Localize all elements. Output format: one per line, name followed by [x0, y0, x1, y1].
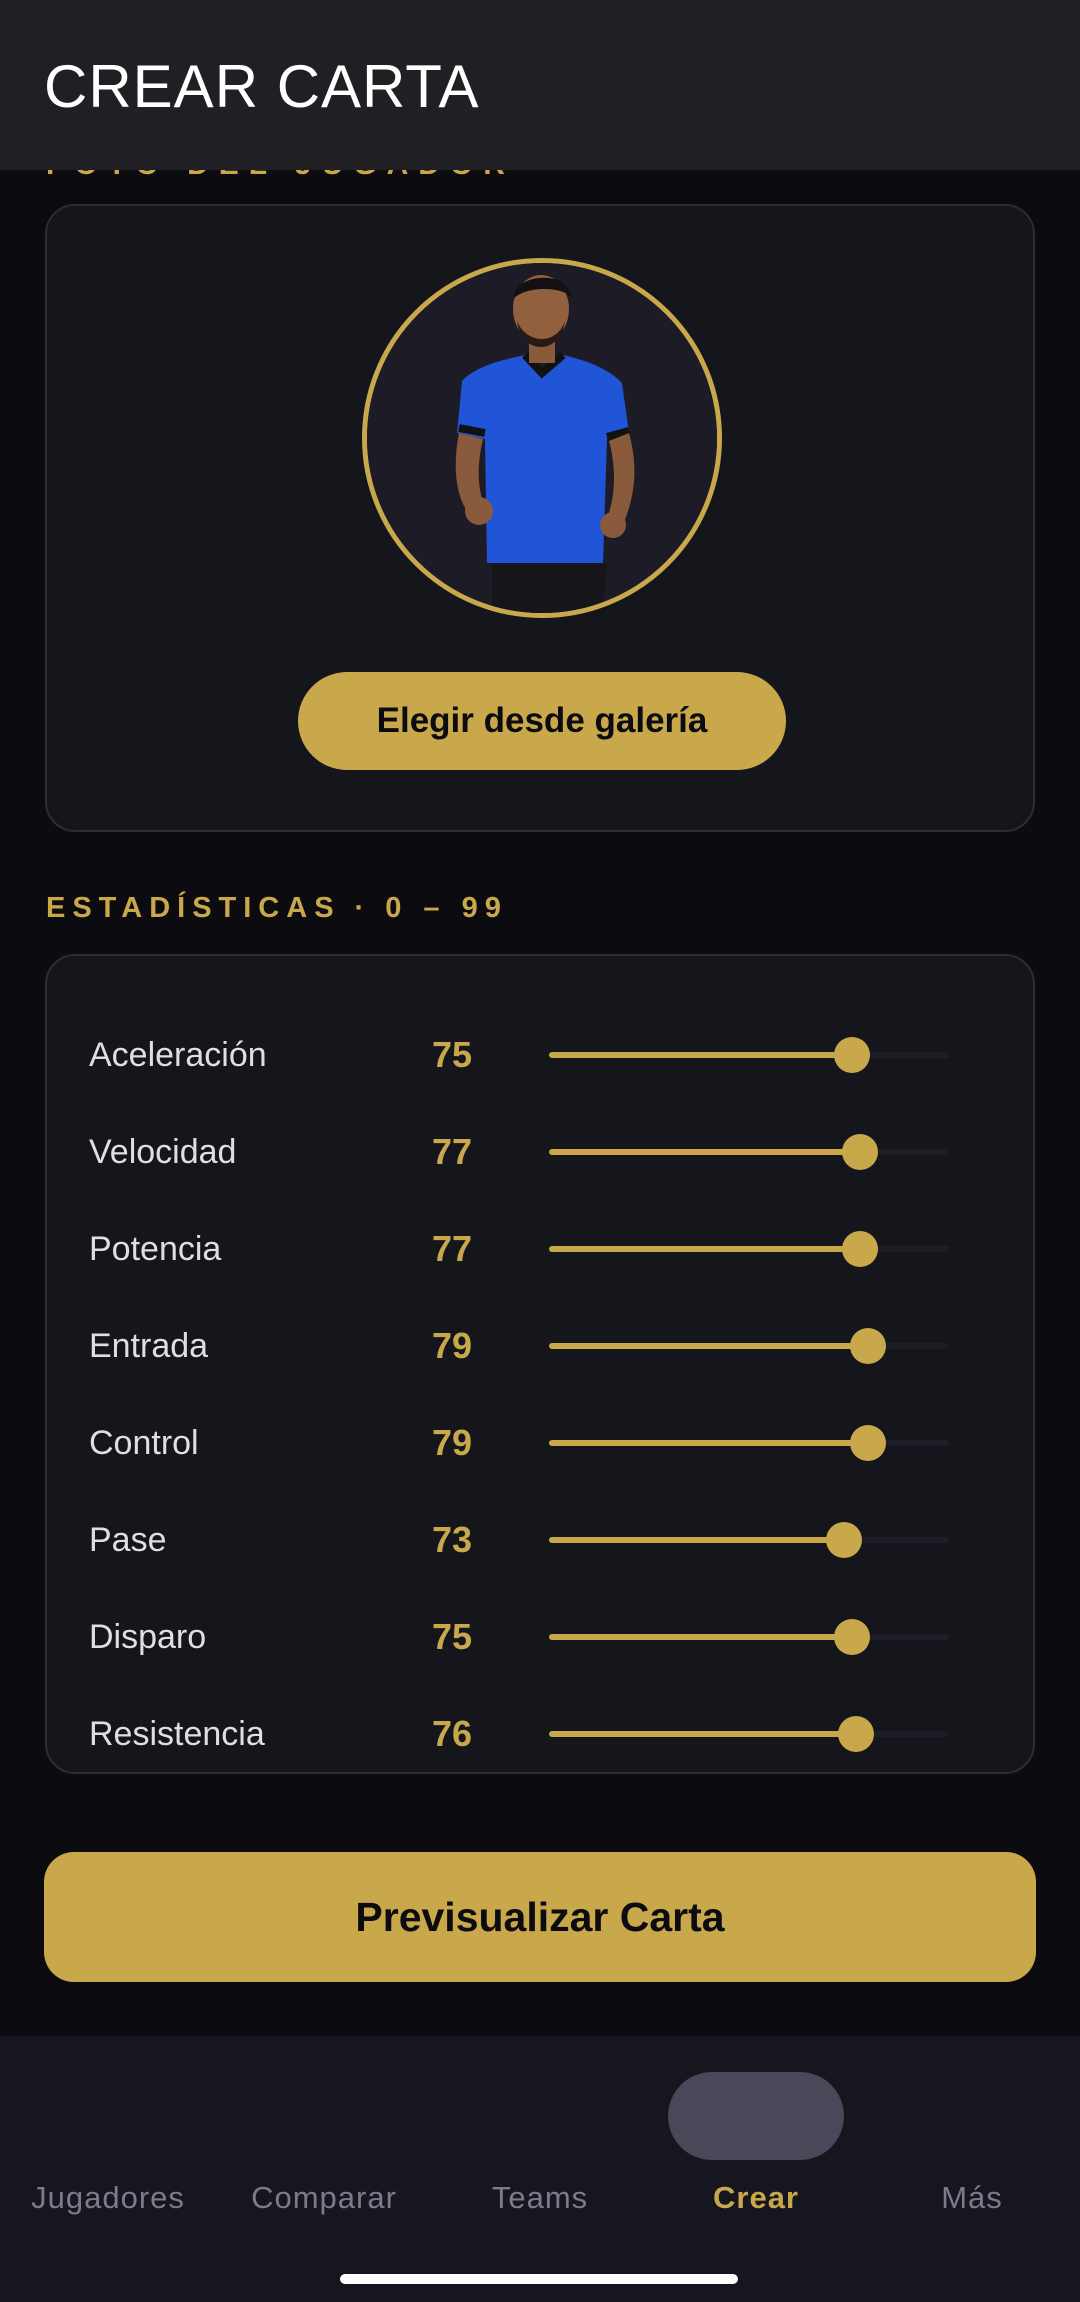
stat-slider[interactable] [549, 1522, 949, 1558]
stat-row-control: Control 79 [47, 1414, 1033, 1474]
stat-slider[interactable] [549, 1037, 949, 1073]
nav-label: Comparar [251, 2180, 397, 2215]
stat-slider[interactable] [549, 1134, 949, 1170]
stat-row-aceleracion: Aceleración 75 [47, 1026, 1033, 1086]
bottom-navigation: Jugadores Comparar Teams Crear Más [0, 2036, 1080, 2302]
stat-row-resistencia: Resistencia 76 [47, 1705, 1033, 1765]
slider-thumb[interactable] [850, 1425, 887, 1461]
stat-row-disparo: Disparo 75 [47, 1608, 1033, 1668]
nav-item-crear[interactable]: Crear [648, 2036, 864, 2266]
player-photo[interactable] [362, 258, 722, 618]
slider-fill [549, 1149, 861, 1155]
stats-card: Aceleración 75 Velocidad 77 Potencia 77 … [45, 954, 1035, 1774]
stat-value: 79 [432, 1422, 473, 1463]
slider-fill [549, 1537, 844, 1543]
stat-value: 79 [432, 1325, 473, 1366]
slider-fill [549, 1731, 857, 1737]
stat-value: 77 [432, 1131, 473, 1172]
app-bar: CREAR CARTA [0, 0, 1080, 170]
stat-value: 75 [432, 1616, 473, 1657]
stats-title-separator: · [354, 892, 372, 924]
nav-label: Teams [491, 2180, 589, 2215]
slider-thumb[interactable] [834, 1619, 871, 1655]
nav-label: Más [941, 2180, 1003, 2215]
slider-thumb[interactable] [825, 1522, 862, 1558]
stat-name: Aceleración [89, 1036, 267, 1074]
stat-value: 75 [432, 1034, 473, 1075]
stat-name: Disparo [89, 1618, 207, 1656]
stat-name: Potencia [89, 1230, 222, 1268]
stat-slider[interactable] [549, 1328, 949, 1364]
slider-fill [549, 1634, 853, 1640]
stat-name: Entrada [89, 1327, 209, 1365]
stat-name: Control [89, 1424, 199, 1462]
stat-slider[interactable] [549, 1619, 949, 1655]
stats-range: 0 – 99 [385, 892, 508, 924]
nav-label: Crear [713, 2180, 799, 2215]
nav-item-comparar[interactable]: Comparar [216, 2036, 432, 2266]
slider-thumb[interactable] [850, 1328, 887, 1364]
nav-label: Jugadores [31, 2180, 185, 2215]
slider-thumb[interactable] [834, 1037, 871, 1073]
slider-fill [549, 1343, 869, 1349]
slider-thumb[interactable] [842, 1134, 879, 1170]
stat-value: 73 [432, 1519, 473, 1560]
stat-row-potencia: Potencia 77 [47, 1220, 1033, 1280]
active-indicator-pill [668, 2072, 844, 2160]
nav-item-teams[interactable]: Teams [432, 2036, 648, 2266]
player-photo-image [367, 263, 717, 613]
stat-name: Velocidad [89, 1133, 237, 1171]
stats-title-text: ESTADÍSTICAS [46, 892, 341, 924]
nav-item-jugadores[interactable]: Jugadores [0, 2036, 216, 2266]
stat-name: Pase [89, 1521, 167, 1559]
preview-card-button[interactable]: Previsualizar Carta [44, 1852, 1036, 1982]
stat-row-entrada: Entrada 79 [47, 1317, 1033, 1377]
page-title: CREAR CARTA [44, 53, 480, 120]
stat-row-pase: Pase 73 [47, 1511, 1033, 1571]
slider-fill [549, 1246, 861, 1252]
stat-slider[interactable] [549, 1425, 949, 1461]
slider-thumb[interactable] [842, 1231, 879, 1267]
photo-card: Elegir desde galería [45, 204, 1035, 832]
stat-slider[interactable] [549, 1716, 949, 1752]
slider-fill [549, 1440, 869, 1446]
slider-fill [549, 1052, 853, 1058]
stat-row-velocidad: Velocidad 77 [47, 1123, 1033, 1183]
choose-from-gallery-button[interactable]: Elegir desde galería [298, 672, 786, 770]
stat-value: 77 [432, 1228, 473, 1269]
home-indicator[interactable] [340, 2274, 738, 2284]
stat-value: 76 [432, 1713, 473, 1754]
nav-item-mas[interactable]: Más [864, 2036, 1080, 2266]
stats-section-title: ESTADÍSTICAS · 0 – 99 [46, 892, 508, 925]
stat-slider[interactable] [549, 1231, 949, 1267]
stat-name: Resistencia [89, 1715, 265, 1753]
slider-thumb[interactable] [838, 1716, 875, 1752]
